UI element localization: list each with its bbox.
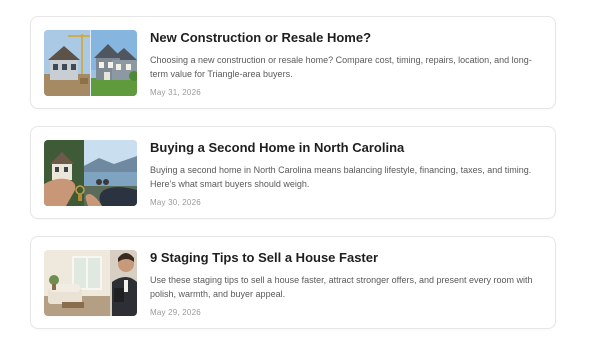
post-title[interactable]: 9 Staging Tips to Sell a House Faster (150, 250, 378, 265)
post-excerpt: Choosing a new construction or resale ho… (150, 55, 532, 79)
post-title[interactable]: New Construction or Resale Home? (150, 30, 371, 45)
post-thumbnail-second-home-nc[interactable] (44, 140, 137, 206)
blog-post-card[interactable]: 9 Staging Tips to Sell a House Faster Us… (30, 236, 556, 329)
blog-post-list: New Construction or Resale Home? Choosin… (0, 0, 600, 341)
post-title[interactable]: Buying a Second Home in North Carolina (150, 140, 404, 155)
post-excerpt: Use these staging tips to sell a house f… (150, 275, 533, 299)
post-date: May 31, 2026 (150, 88, 201, 97)
post-thumbnail-staging-tips[interactable] (44, 250, 137, 316)
blog-post-card[interactable]: Buying a Second Home in North Carolina B… (30, 126, 556, 219)
blog-post-card[interactable]: New Construction or Resale Home? Choosin… (30, 16, 556, 109)
post-excerpt: Buying a second home in North Carolina m… (150, 165, 532, 189)
post-date: May 29, 2026 (150, 308, 201, 317)
post-date: May 30, 2026 (150, 198, 201, 207)
post-thumbnail-new-construction-vs-resale[interactable] (44, 30, 137, 96)
